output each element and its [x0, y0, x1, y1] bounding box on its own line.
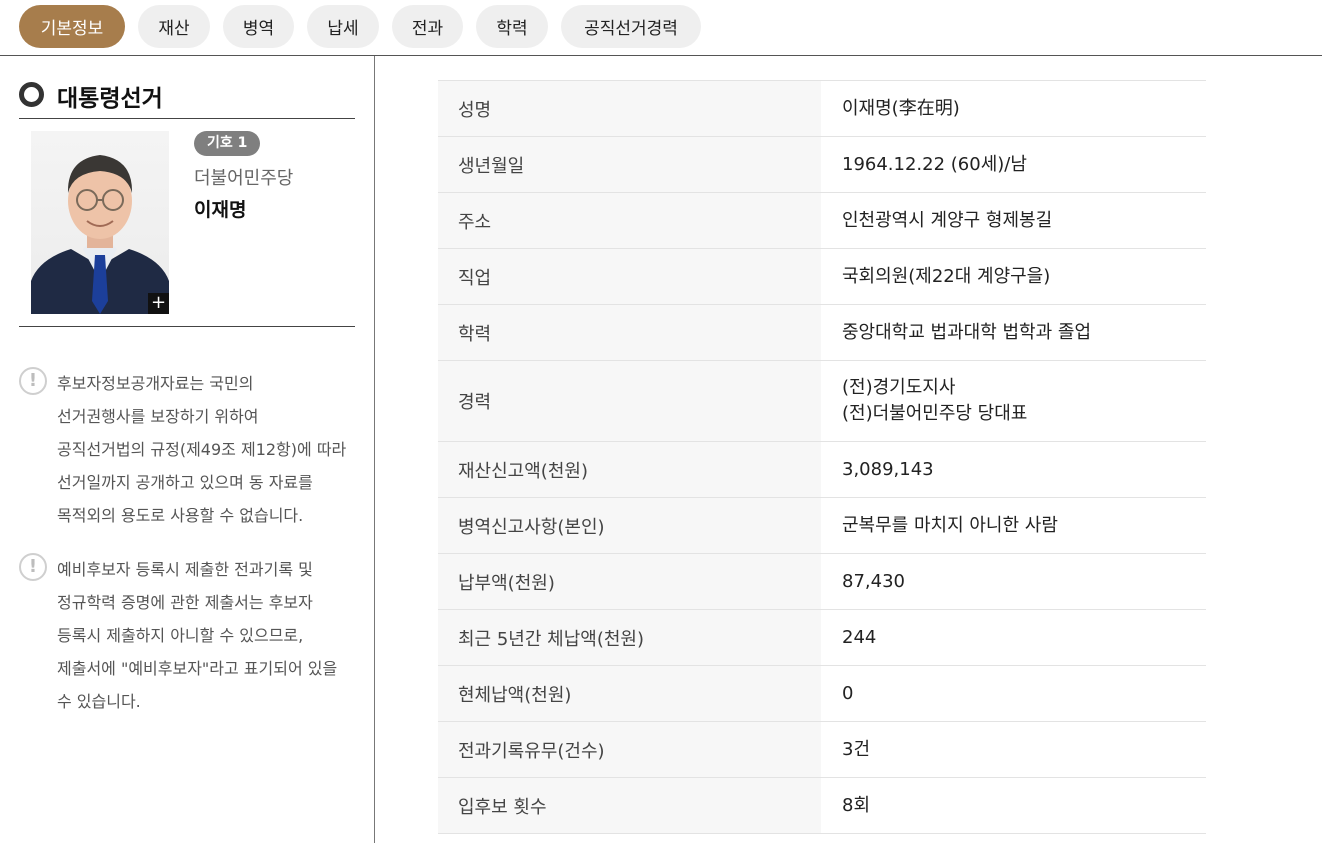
section-title: 대통령선거: [57, 86, 163, 112]
info-value-text: 중앙대학교 법과대학 법학과 졸업: [842, 321, 1092, 343]
info-value-text: 87,430: [842, 570, 905, 592]
info-value: 8회: [821, 778, 1206, 833]
info-label: 주소: [438, 193, 821, 248]
info-value-text: 244: [842, 626, 877, 648]
notice-disclosure: ! 후보자정보공개자료는 국민의 선거권행사를 보장하기 위하여 공직선거법의 …: [19, 367, 359, 527]
notice-text-line: 선거권행사를 보장하기 위하여: [57, 407, 259, 426]
info-label: 경력: [438, 361, 821, 441]
info-label: 생년월일: [438, 137, 821, 192]
info-row-birthdate: 생년월일 1964.12.22 (60세)/남: [438, 137, 1206, 193]
info-value-text: 3건: [842, 738, 871, 760]
info-value: 국회의원(제22대 계양구을): [821, 249, 1206, 304]
info-row-military: 병역신고사항(본인) 군복무를 마치지 아니한 사람: [438, 498, 1206, 554]
notice-text-line: 수 있습니다.: [57, 692, 141, 711]
info-row-current-arrears: 현체납액(천원) 0: [438, 666, 1206, 722]
ring-bullet-icon: [19, 82, 44, 107]
info-row-tax-paid: 납부액(천원) 87,430: [438, 554, 1206, 610]
info-value: 3,089,143: [821, 442, 1206, 497]
notice-text-line: 선거일까지 공개하고 있으며 동 자료를: [57, 473, 313, 492]
notice-text-line: 후보자정보공개자료는 국민의: [57, 374, 254, 393]
info-value: (전)경기도지사 (전)더불어민주당 당대표: [821, 361, 1206, 441]
info-label: 입후보 횟수: [438, 778, 821, 833]
tab-basic-info[interactable]: 기본정보: [19, 5, 125, 48]
info-label: 병역신고사항(본인): [438, 498, 821, 553]
info-label: 전과기록유무(건수): [438, 722, 821, 777]
info-value-text: 이재명(李在明): [842, 97, 960, 119]
notice-text-line: 등록시 제출하지 아니할 수 있으므로,: [57, 626, 304, 645]
exclamation-icon: !: [19, 553, 47, 581]
exclamation-icon: !: [19, 367, 47, 395]
info-value: 인천광역시 계양구 형제봉길: [821, 193, 1206, 248]
info-label: 성명: [438, 81, 821, 136]
notice-preliminary: ! 예비후보자 등록시 제출한 전과기록 및 정규학력 증명에 관한 제출서는 …: [19, 553, 359, 713]
candidate-profile: + 기호 1 더불어민주당 이재명: [19, 119, 355, 327]
info-value: 87,430: [821, 554, 1206, 609]
info-label: 현체납액(천원): [438, 666, 821, 721]
info-value: 0: [821, 666, 1206, 721]
notice-text-line: 예비후보자 등록시 제출한 전과기록 및: [57, 560, 313, 579]
info-value: 중앙대학교 법과대학 법학과 졸업: [821, 305, 1206, 360]
info-value-text: 군복무를 마치지 아니한 사람: [842, 514, 1058, 536]
info-row-career: 경력 (전)경기도지사 (전)더불어민주당 당대표: [438, 361, 1206, 442]
candidate-number-badge: 기호 1: [194, 131, 261, 156]
info-value-text: 3,089,143: [842, 458, 934, 480]
info-value: 이재명(李在明): [821, 81, 1206, 136]
tab-education[interactable]: 학력: [476, 5, 548, 48]
notice-text-line: 제출서에 "예비후보자"라고 표기되어 있을: [57, 659, 338, 678]
info-row-candidacy-count: 입후보 횟수 8회: [438, 778, 1206, 834]
tab-military[interactable]: 병역: [223, 5, 294, 48]
candidate-info-table: 성명 이재명(李在明) 생년월일 1964.12.22 (60세)/남 주소 인…: [438, 80, 1206, 834]
candidate-name: 이재명: [194, 199, 247, 221]
info-value-text: 인천광역시 계양구 형제봉길: [842, 209, 1053, 231]
info-row-occupation: 직업 국회의원(제22대 계양구을): [438, 249, 1206, 305]
info-value-text: 국회의원(제22대 계양구을): [842, 265, 1051, 287]
photo-zoom-button[interactable]: +: [148, 293, 169, 314]
info-label: 학력: [438, 305, 821, 360]
info-value: 군복무를 마치지 아니한 사람: [821, 498, 1206, 553]
info-label: 직업: [438, 249, 821, 304]
info-value-text: (전)경기도지사: [842, 377, 956, 398]
candidate-portrait-illustration: [31, 155, 169, 314]
tab-bar: 기본정보 재산 병역 납세 전과 학력 공직선거경력: [0, 0, 1322, 56]
candidate-photo[interactable]: +: [31, 131, 169, 314]
tab-election-history[interactable]: 공직선거경력: [561, 5, 701, 48]
info-value-text: 8회: [842, 794, 871, 816]
info-value-text: 1964.12.22 (60세)/남: [842, 153, 1027, 175]
candidate-sidebar: 대통령선거 + 기호 1 더불어민주당 이재명 ! 후보자정보공개자료는 국민의…: [0, 56, 375, 843]
info-label: 납부액(천원): [438, 554, 821, 609]
info-label: 재산신고액(천원): [438, 442, 821, 497]
info-value-text: 0: [842, 682, 854, 704]
info-row-address: 주소 인천광역시 계양구 형제봉길: [438, 193, 1206, 249]
info-row-name: 성명 이재명(李在明): [438, 81, 1206, 137]
info-row-tax-arrears-5y: 최근 5년간 체납액(천원) 244: [438, 610, 1206, 666]
info-value: 3건: [821, 722, 1206, 777]
tab-criminal-record[interactable]: 전과: [392, 5, 463, 48]
tab-tax[interactable]: 납세: [307, 5, 379, 48]
notice-text-line: 공직선거법의 규정(제49조 제12항)에 따라: [57, 440, 347, 459]
tab-property[interactable]: 재산: [138, 5, 210, 48]
notice-text-line: 목적외의 용도로 사용할 수 없습니다.: [57, 506, 304, 525]
info-value-text: (전)더불어민주당 당대표: [842, 403, 1028, 424]
info-row-property: 재산신고액(천원) 3,089,143: [438, 442, 1206, 498]
info-row-criminal-record: 전과기록유무(건수) 3건: [438, 722, 1206, 778]
info-value: 1964.12.22 (60세)/남: [821, 137, 1206, 192]
info-row-education: 학력 중앙대학교 법과대학 법학과 졸업: [438, 305, 1206, 361]
notice-text-line: 정규학력 증명에 관한 제출서는 후보자: [57, 593, 313, 612]
section-header: 대통령선거: [19, 78, 355, 119]
candidate-party: 더불어민주당: [194, 168, 294, 189]
info-value: 244: [821, 610, 1206, 665]
info-label: 최근 5년간 체납액(천원): [438, 610, 821, 665]
